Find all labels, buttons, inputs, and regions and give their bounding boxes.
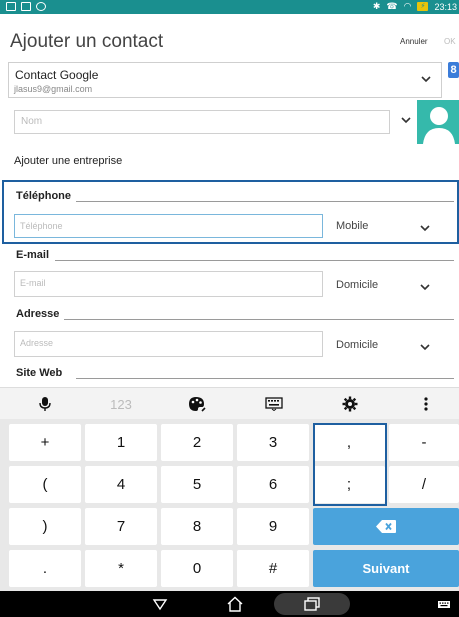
account-selector[interactable]: Contact Google jlasus9@gmail.com [8, 62, 442, 98]
section-divider [64, 319, 454, 320]
wifi-icon: ◠ [403, 1, 412, 11]
address-type-label[interactable]: Domicile [336, 339, 378, 351]
section-divider [76, 378, 454, 379]
email-type-label[interactable]: Domicile [336, 279, 378, 291]
key-focus-highlight [313, 423, 387, 506]
key[interactable]: 7 [85, 508, 157, 545]
email-input[interactable]: E-mail [14, 271, 323, 297]
status-bar: ✱ ☎ ◠ ⚡ 23:13 [0, 0, 459, 14]
chevron-down-icon[interactable] [418, 221, 432, 235]
contact-photo-button[interactable] [417, 100, 459, 144]
key[interactable]: 3 [237, 424, 309, 461]
name-input[interactable]: Nom [14, 110, 390, 134]
key[interactable]: 5 [161, 466, 233, 503]
ok-button[interactable]: OK [444, 37, 456, 46]
key[interactable]: + [9, 424, 81, 461]
bluetooth-icon: ✱ [372, 1, 381, 11]
key[interactable]: - [389, 424, 459, 461]
key[interactable]: 9 [237, 508, 309, 545]
palette-icon[interactable] [177, 388, 217, 420]
section-divider [76, 201, 454, 202]
add-company-link[interactable]: Ajouter une entreprise [14, 155, 122, 167]
keyboard: + 1 2 3 , - ( 4 5 6 ; / ) 7 8 9 . * 0 # … [0, 419, 459, 591]
image-icon [36, 2, 46, 11]
key[interactable]: 4 [85, 466, 157, 503]
key[interactable]: 1 [85, 424, 157, 461]
back-icon[interactable] [150, 596, 170, 612]
home-icon[interactable] [225, 596, 245, 612]
cancel-button[interactable]: Annuler [400, 37, 428, 46]
phone-input[interactable]: Téléphone [14, 214, 323, 238]
key[interactable]: ) [9, 508, 81, 545]
phone-section-label: Téléphone [16, 190, 72, 202]
numbers-mode-button[interactable]: 123 [101, 388, 141, 420]
keyboard-toolbar: 123 [0, 387, 459, 419]
key[interactable]: * [85, 550, 157, 587]
chevron-down-icon [421, 76, 431, 83]
email-section-label: E-mail [16, 249, 50, 261]
website-section-label: Site Web [16, 367, 63, 379]
chevron-down-icon[interactable] [398, 112, 414, 128]
clock: 23:13 [434, 1, 457, 12]
more-options-icon[interactable] [406, 388, 446, 420]
key[interactable]: 2 [161, 424, 233, 461]
notification-icon [6, 2, 16, 11]
chevron-down-icon[interactable] [418, 340, 432, 354]
key[interactable]: ( [9, 466, 81, 503]
phone-icon: ☎ [386, 1, 398, 11]
key[interactable]: / [389, 466, 459, 503]
key[interactable]: 8 [161, 508, 233, 545]
key[interactable]: 0 [161, 550, 233, 587]
next-button[interactable]: Suivant [313, 550, 459, 587]
phone-type-label[interactable]: Mobile [336, 220, 368, 232]
key[interactable]: . [9, 550, 81, 587]
person-icon [423, 107, 455, 144]
backspace-button[interactable] [313, 508, 459, 545]
keyboard-switch-icon[interactable] [437, 596, 451, 612]
key[interactable]: # [237, 550, 309, 587]
account-email: jlasus9@gmail.com [14, 84, 93, 94]
page-title: Ajouter un contact [10, 31, 164, 52]
chevron-down-icon[interactable] [418, 280, 432, 294]
google-icon: 8 [448, 62, 459, 78]
keyboard-icon[interactable] [254, 388, 294, 420]
address-section-label: Adresse [16, 308, 60, 320]
account-name: Contact Google [15, 68, 99, 82]
recent-apps-icon[interactable] [302, 596, 322, 612]
microphone-icon[interactable] [25, 388, 65, 420]
address-input[interactable]: Adresse [14, 331, 323, 357]
backspace-icon [376, 520, 396, 533]
section-divider [55, 260, 454, 261]
notification-icon [21, 2, 31, 11]
navigation-bar [0, 591, 459, 617]
settings-gear-icon[interactable] [330, 388, 370, 420]
battery-icon: ⚡ [417, 2, 429, 11]
key[interactable]: 6 [237, 466, 309, 503]
